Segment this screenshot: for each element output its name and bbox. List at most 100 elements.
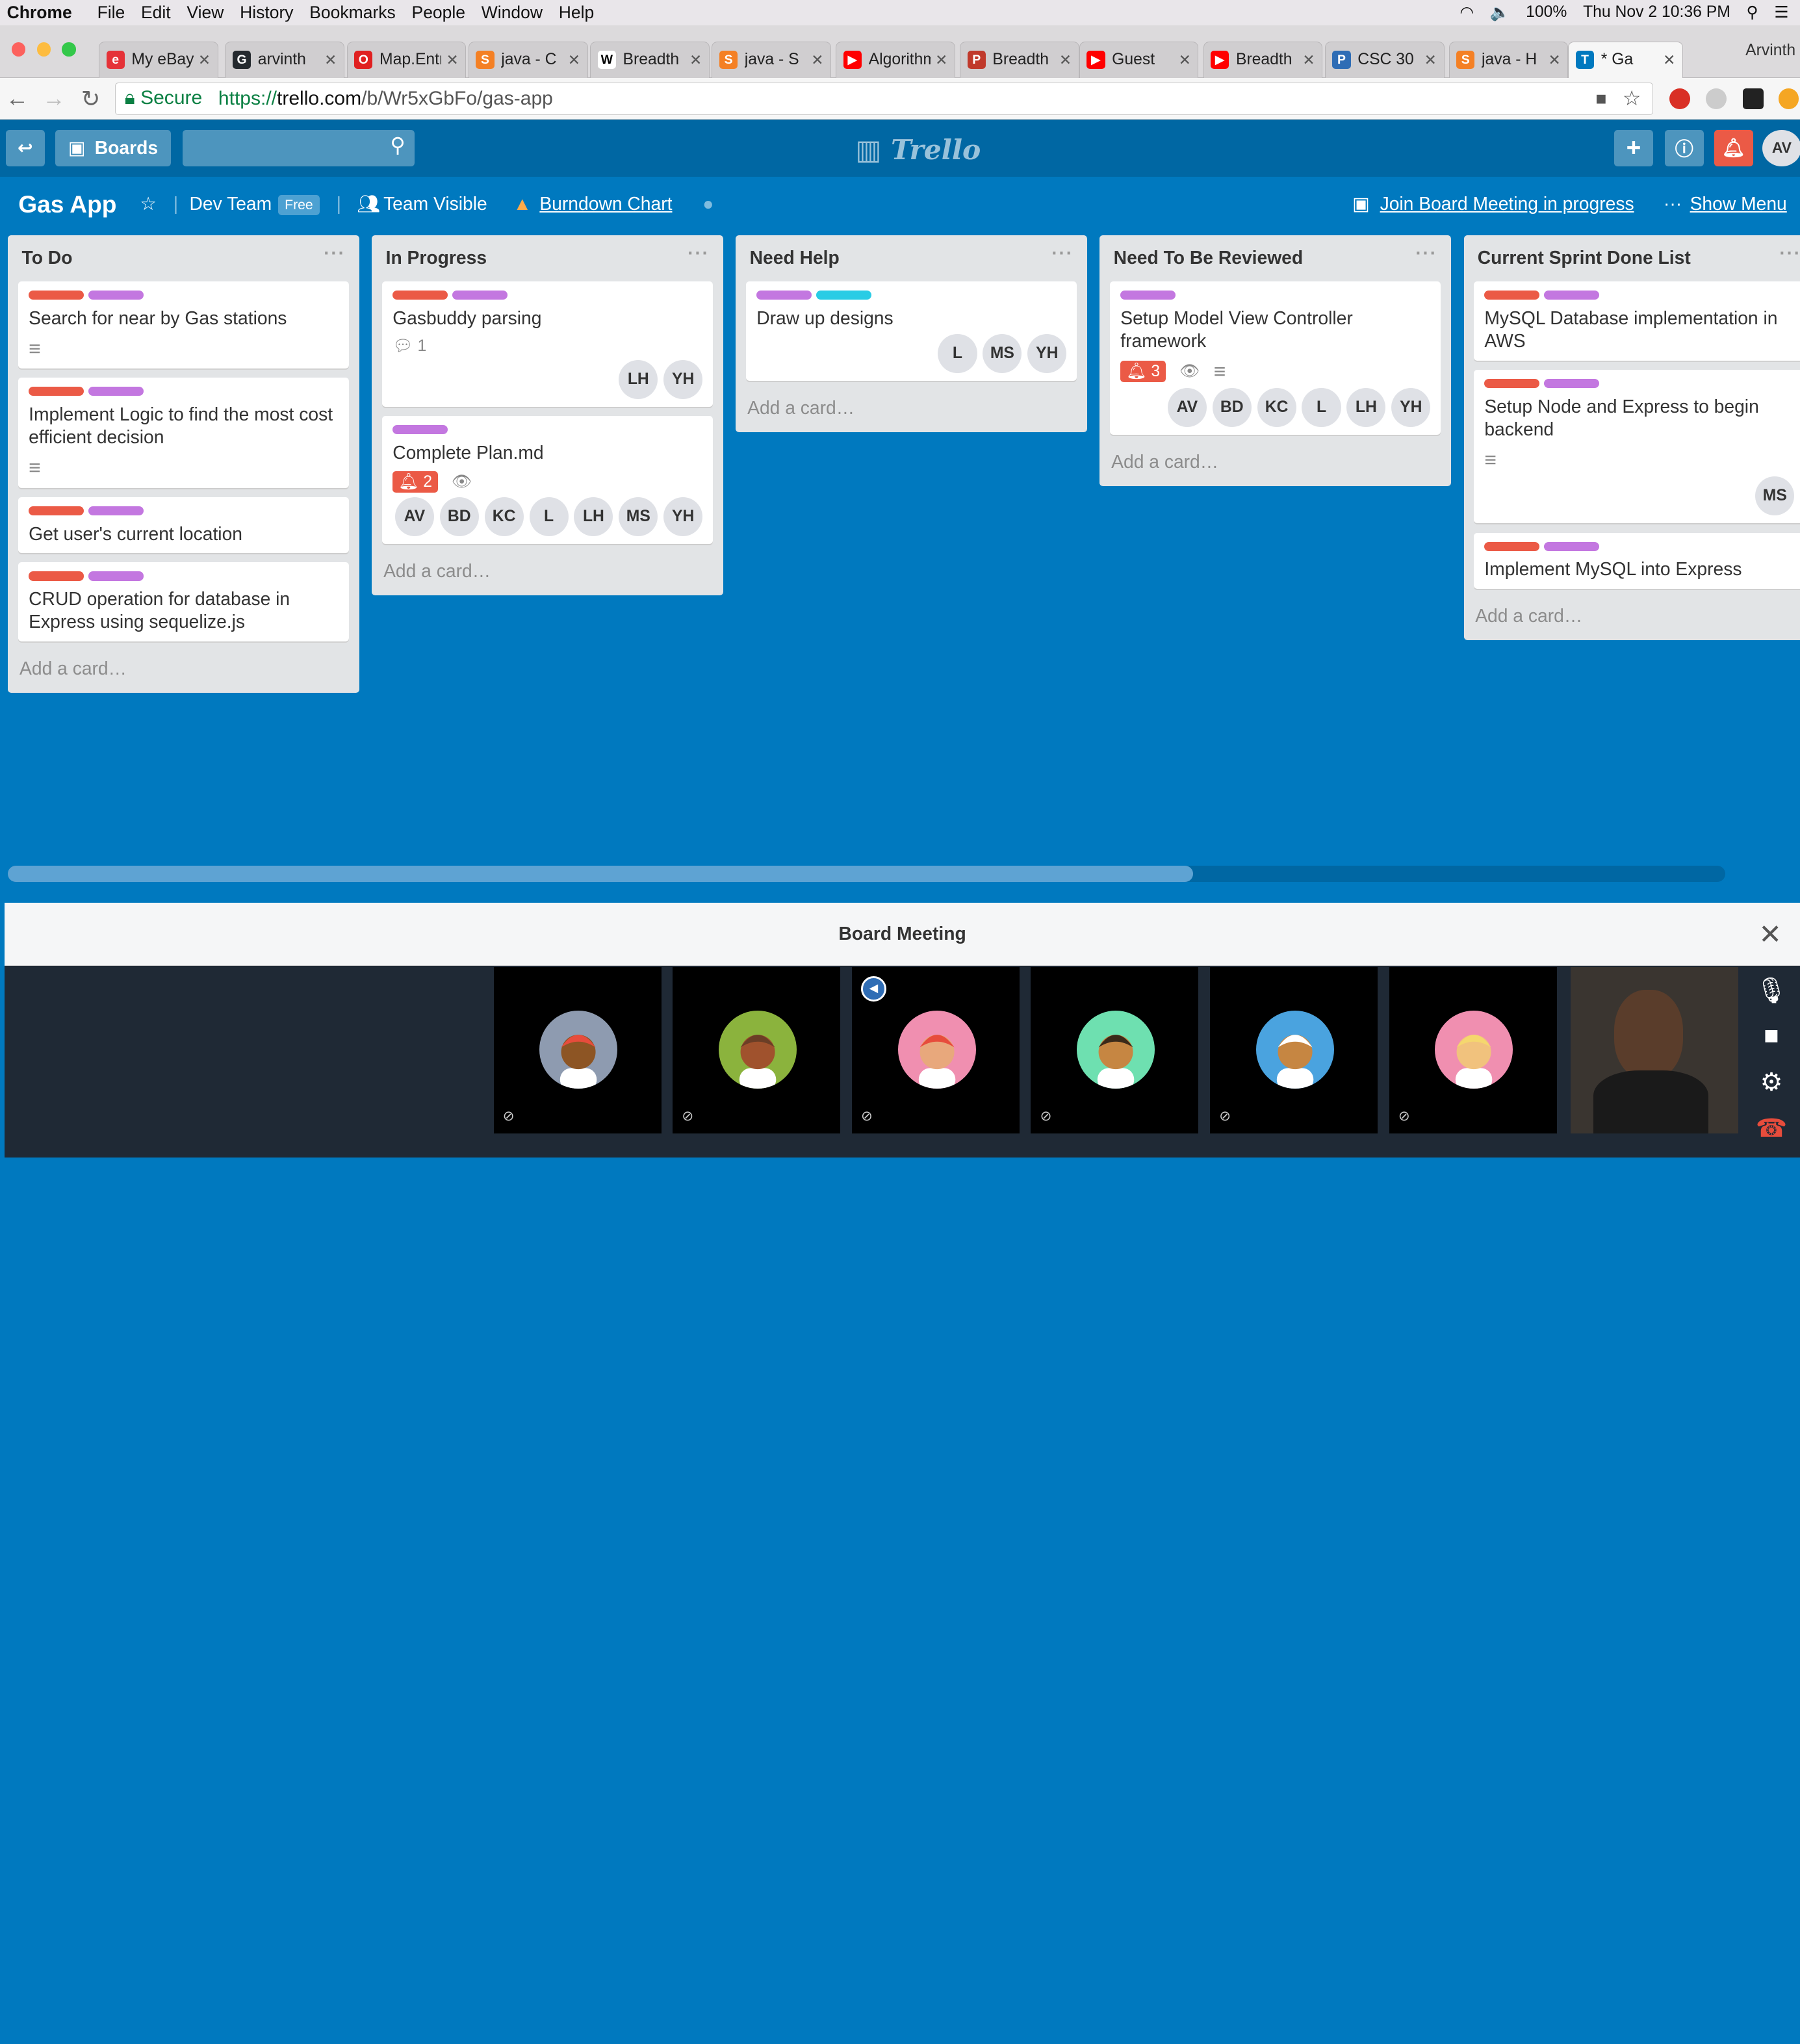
list-name[interactable]: Need To Be Reviewed (1114, 247, 1303, 268)
member-avatar[interactable]: KC (1257, 387, 1296, 428)
volume-icon[interactable]: 🔈 (1490, 3, 1510, 22)
warning-icon[interactable] (1778, 88, 1799, 109)
add-card-button[interactable]: Add a card… (8, 651, 359, 693)
tab-close-icon[interactable]: ✕ (935, 51, 947, 69)
member-avatar[interactable]: YH (1027, 334, 1067, 374)
browser-tab[interactable]: ▶ Algorithm ✕ (836, 41, 955, 79)
list-header[interactable]: Need Help ··· (736, 235, 1087, 281)
hang-up-icon[interactable]: ☎ (1743, 1114, 1800, 1151)
menu-bookmarks[interactable]: Bookmarks (309, 3, 396, 23)
menu-help[interactable]: Help (559, 3, 595, 23)
browser-tab[interactable]: ▶ Breadth ✕ (1203, 41, 1323, 79)
menu-history[interactable]: History (240, 3, 293, 23)
participant-tile[interactable]: ⊘ ◀ (851, 966, 1020, 1133)
member-avatar[interactable]: L (529, 497, 569, 536)
visibility-label[interactable]: Team Visible (383, 193, 487, 214)
menu-window[interactable]: Window (482, 3, 543, 23)
member-avatar[interactable]: LH (619, 359, 658, 399)
member-avatar[interactable]: LH (574, 497, 613, 536)
info-icon[interactable]: ⓘ (1664, 129, 1704, 167)
member-avatar[interactable]: YH (1391, 387, 1431, 428)
member-avatar[interactable]: LH (1346, 387, 1386, 428)
secure-indicator[interactable]: 🔒︎ Secure (125, 87, 202, 110)
power-up-icon[interactable]: ● (702, 193, 714, 214)
card[interactable]: MySQL Database implementation in AWS (1474, 281, 1800, 361)
trello-logo[interactable]: ▥ Trello (855, 133, 981, 166)
team-name[interactable]: Dev Team (190, 193, 272, 214)
add-card-button[interactable]: Add a card… (372, 553, 723, 595)
tab-close-icon[interactable]: ✕ (198, 51, 211, 69)
back-icon[interactable]: ↩ (5, 129, 45, 167)
card[interactable]: Get user's current location (18, 497, 350, 554)
tab-close-icon[interactable]: ✕ (446, 51, 458, 69)
browser-tab[interactable]: Sjava - S ✕ (712, 41, 832, 79)
show-menu-link[interactable]: Show Menu (1690, 193, 1787, 214)
card[interactable]: Setup Node and Express to begin backend ≡… (1474, 369, 1800, 524)
notification-center-icon[interactable]: ☰ (1774, 3, 1788, 22)
tab-close-icon[interactable]: ✕ (1179, 51, 1191, 69)
camera-icon[interactable]: ■ (1743, 1022, 1800, 1059)
settings-gear-icon[interactable]: ⚙ (1743, 1068, 1800, 1105)
extension-icon[interactable] (1706, 88, 1727, 109)
member-avatar[interactable]: L (938, 334, 977, 374)
bookmark-star-icon[interactable]: ☆ (1623, 86, 1641, 110)
browser-tab[interactable]: T * Ga ✕ (1568, 41, 1683, 79)
back-arrow-icon[interactable]: ← (5, 86, 30, 112)
spotlight-search-icon[interactable]: ⚲ (1747, 3, 1758, 22)
address-bar[interactable]: 🔒︎ Secure https://trello.com/b/Wr5xGbFo/… (114, 83, 1654, 115)
menu-edit[interactable]: Edit (141, 3, 171, 23)
browser-tab[interactable]: Garvinth ✕ (225, 41, 344, 79)
join-meeting-link[interactable]: Join Board Meeting in progress (1380, 193, 1634, 214)
reload-icon[interactable]: ↻ (78, 86, 103, 112)
fullscreen-window-button[interactable] (62, 42, 76, 57)
member-avatar[interactable]: L (1302, 387, 1341, 428)
wifi-icon[interactable]: ◠ (1459, 3, 1474, 22)
extension-icon[interactable] (1742, 88, 1764, 109)
notifications-bell-icon[interactable]: 🔔︎ (1714, 129, 1753, 167)
card[interactable]: CRUD operation for database in Express u… (18, 562, 350, 642)
list-name[interactable]: Need Help (750, 247, 840, 268)
participant-tile[interactable]: ⊘ (1031, 966, 1199, 1133)
list-header[interactable]: Current Sprint Done List ··· (1464, 235, 1800, 281)
participant-tile[interactable]: ⊘ (493, 966, 662, 1133)
tab-close-icon[interactable]: ✕ (1302, 51, 1315, 69)
list-name[interactable]: Current Sprint Done List (1478, 247, 1691, 268)
card[interactable]: Complete Plan.md 🔔︎ 2 👁︎ AV BD KC L LH MS YH (382, 416, 714, 544)
boards-button[interactable]: ▣ Boards (55, 129, 172, 167)
member-avatar[interactable]: AV (1167, 387, 1207, 428)
menu-file[interactable]: File (97, 3, 125, 23)
scrollbar-thumb[interactable] (8, 866, 1193, 882)
more-dots-icon[interactable]: ··· (1664, 193, 1682, 214)
list-name[interactable]: To Do (22, 247, 73, 268)
card[interactable]: Gasbuddy parsing 💬︎ 1 LH YH (382, 281, 714, 408)
battery-level[interactable]: 100% (1526, 3, 1567, 21)
list-menu-icon[interactable]: ··· (1051, 242, 1074, 264)
browser-tab[interactable]: Sjava - H ✕ (1448, 41, 1569, 79)
member-avatar[interactable]: BD (439, 497, 479, 536)
browser-tab[interactable]: P Breadth ✕ (959, 41, 1079, 79)
card[interactable]: Draw up designs L MS YH (746, 281, 1077, 382)
menu-app-name[interactable]: Chrome (7, 3, 72, 23)
list-header[interactable]: In Progress ··· (372, 235, 723, 281)
tab-close-icon[interactable]: ✕ (1663, 51, 1675, 69)
extension-icon[interactable] (1669, 88, 1690, 109)
list-menu-icon[interactable]: ··· (688, 242, 710, 264)
browser-tab[interactable]: e My eBay ✕ (98, 41, 218, 79)
browser-tab[interactable]: Sjava - C ✕ (468, 41, 588, 79)
participant-tile[interactable]: ⊘ (1210, 966, 1378, 1133)
plan-badge[interactable]: Free (277, 195, 320, 216)
card[interactable]: Implement MySQL into Express (1474, 532, 1800, 589)
list-header[interactable]: To Do ··· (8, 235, 359, 281)
browser-tab[interactable]: W Breadth ✕ (590, 41, 710, 79)
list-menu-icon[interactable]: ··· (1415, 242, 1437, 264)
member-avatar[interactable]: MS (1755, 476, 1795, 516)
team-visibility-icon[interactable]: 👥︎ (357, 193, 380, 214)
search-icon[interactable]: ⚲ (390, 133, 405, 157)
tab-close-icon[interactable]: ✕ (568, 51, 580, 69)
star-icon[interactable]: ☆ (140, 193, 157, 214)
tab-close-icon[interactable]: ✕ (324, 51, 337, 69)
minimize-window-button[interactable] (36, 42, 51, 57)
menu-people[interactable]: People (412, 3, 466, 23)
card[interactable]: Implement Logic to find the most cost ef… (18, 378, 350, 488)
burndown-chart-link[interactable]: Burndown Chart (539, 193, 672, 214)
